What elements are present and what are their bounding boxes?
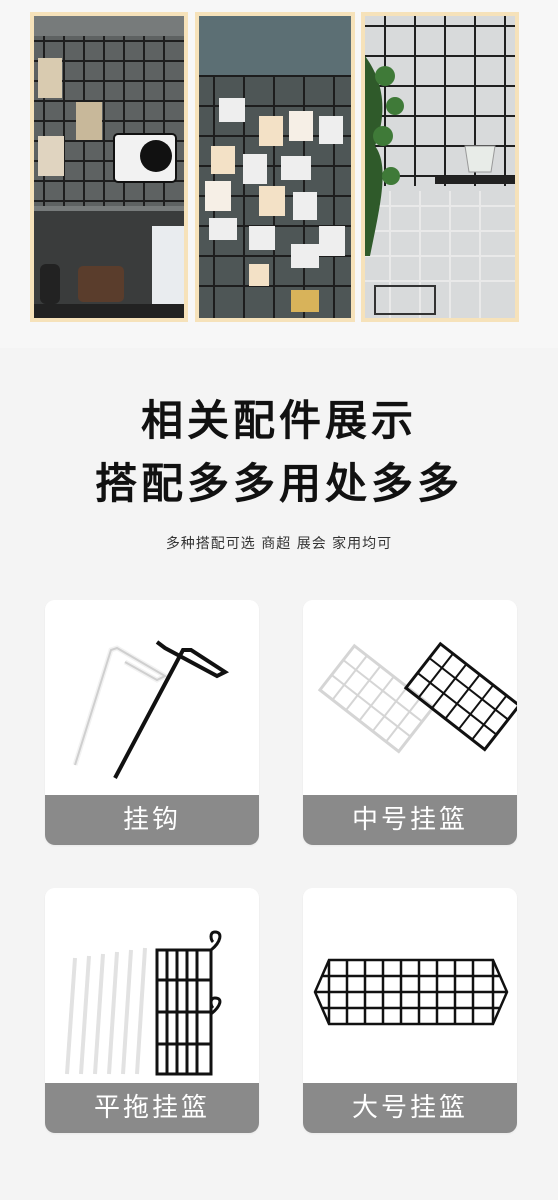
product-card-flat-basket[interactable]: 平拖挂篮 bbox=[45, 888, 259, 1133]
section-heading: 相关配件展示 搭配多多用处多多 多种搭配可选 商超 展会 家用均可 bbox=[0, 350, 558, 600]
product-label: 中号挂篮 bbox=[303, 795, 517, 845]
medium-basket-image bbox=[303, 600, 517, 795]
product-label: 平拖挂篮 bbox=[45, 1083, 259, 1133]
product-label: 挂钩 bbox=[45, 795, 259, 845]
product-card-large-basket[interactable]: 大号挂篮 bbox=[303, 888, 517, 1133]
hook-image bbox=[45, 600, 259, 795]
subtitle: 多种搭配可选 商超 展会 家用均可 bbox=[165, 536, 393, 552]
flat-basket-image bbox=[45, 888, 259, 1083]
photo-grid-panel-photos bbox=[195, 12, 355, 322]
heading-line-1: 相关配件展示 bbox=[140, 396, 417, 445]
product-card-medium-basket[interactable]: 中号挂篮 bbox=[303, 600, 517, 845]
large-basket-image bbox=[303, 888, 517, 1083]
photo-grid-panel-desk bbox=[30, 12, 188, 322]
product-label: 大号挂篮 bbox=[303, 1083, 517, 1133]
photo-banner bbox=[0, 0, 558, 348]
heading-line-2: 搭配多多用处多多 bbox=[94, 459, 463, 508]
photo-grid-panel-plants bbox=[361, 12, 519, 322]
product-card-hook[interactable]: 挂钩 bbox=[45, 600, 259, 845]
